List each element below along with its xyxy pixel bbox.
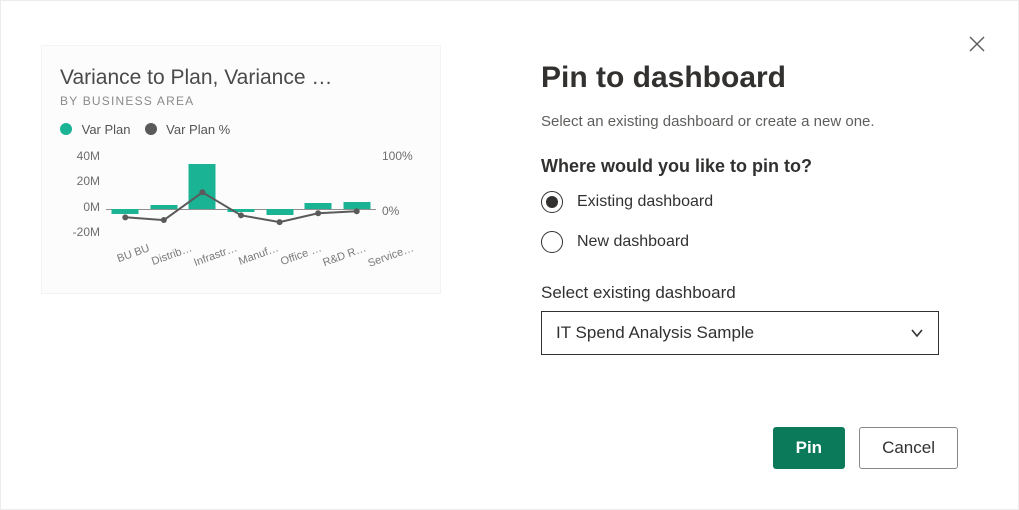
pin-target-radio-group: Existing dashboard New dashboard [541,191,958,253]
legend-item-var-plan: Var Plan [60,122,131,137]
y-tick: -20M [60,225,100,239]
line-point [354,208,360,214]
radio-existing-dashboard[interactable]: Existing dashboard [541,191,958,213]
legend-item-var-plan-pct: Var Plan % [145,122,231,137]
dashboard-select[interactable]: IT Spend Analysis Sample [541,311,939,355]
dialog-subtitle: Select an existing dashboard or create a… [541,113,958,130]
plot-area [106,149,376,239]
chevron-down-icon [910,326,924,340]
y-tick: 0% [382,204,422,218]
y-axis-right: 100% 0% [382,149,422,239]
line-point [161,217,167,223]
legend-swatch-grey [145,123,157,135]
x-tick: BU BU [108,245,148,281]
radio-new-dashboard[interactable]: New dashboard [541,231,958,253]
dialog-actions: Pin Cancel [773,427,958,469]
x-tick: Service… [359,245,413,286]
legend-label: Var Plan [82,122,131,137]
chart: 40M 20M 0M -20M 100% 0% BU BUDistrib…Inf [60,149,422,271]
close-button[interactable] [968,35,986,53]
select-dashboard-label: Select existing dashboard [541,283,958,303]
tile-subtitle: BY BUSINESS AREA [60,94,422,108]
chart-legend: Var Plan Var Plan % [60,122,422,137]
tile-preview-pane: Variance to Plan, Variance … BY BUSINESS… [1,1,501,509]
line-point [277,219,283,225]
legend-swatch-teal [60,123,72,135]
radio-label: New dashboard [577,233,689,251]
y-tick: 40M [60,149,100,163]
radio-label: Existing dashboard [577,193,713,211]
x-axis: BU BUDistrib…Infrastr…Manuf…Office …R&D … [106,245,378,271]
y-tick: 0M [60,200,100,214]
tile-title: Variance to Plan, Variance … [60,66,422,90]
line-point [122,214,128,220]
dashboard-select-value: IT Spend Analysis Sample [556,323,754,343]
pin-form-pane: Pin to dashboard Select an existing dash… [501,1,1018,509]
y-tick: 20M [60,174,100,188]
line-point [315,210,321,216]
pin-button[interactable]: Pin [773,427,845,469]
chart-tile: Variance to Plan, Variance … BY BUSINESS… [41,45,441,294]
pin-to-dashboard-dialog: Variance to Plan, Variance … BY BUSINESS… [0,0,1019,510]
line-point [238,212,244,218]
legend-label: Var Plan % [166,122,230,137]
line-point [199,189,205,195]
y-axis-left: 40M 20M 0M -20M [60,149,100,239]
y-tick: 100% [382,149,422,163]
close-icon [968,35,986,53]
pin-question: Where would you like to pin to? [541,156,958,177]
dialog-title: Pin to dashboard [541,61,958,95]
cancel-button[interactable]: Cancel [859,427,958,469]
